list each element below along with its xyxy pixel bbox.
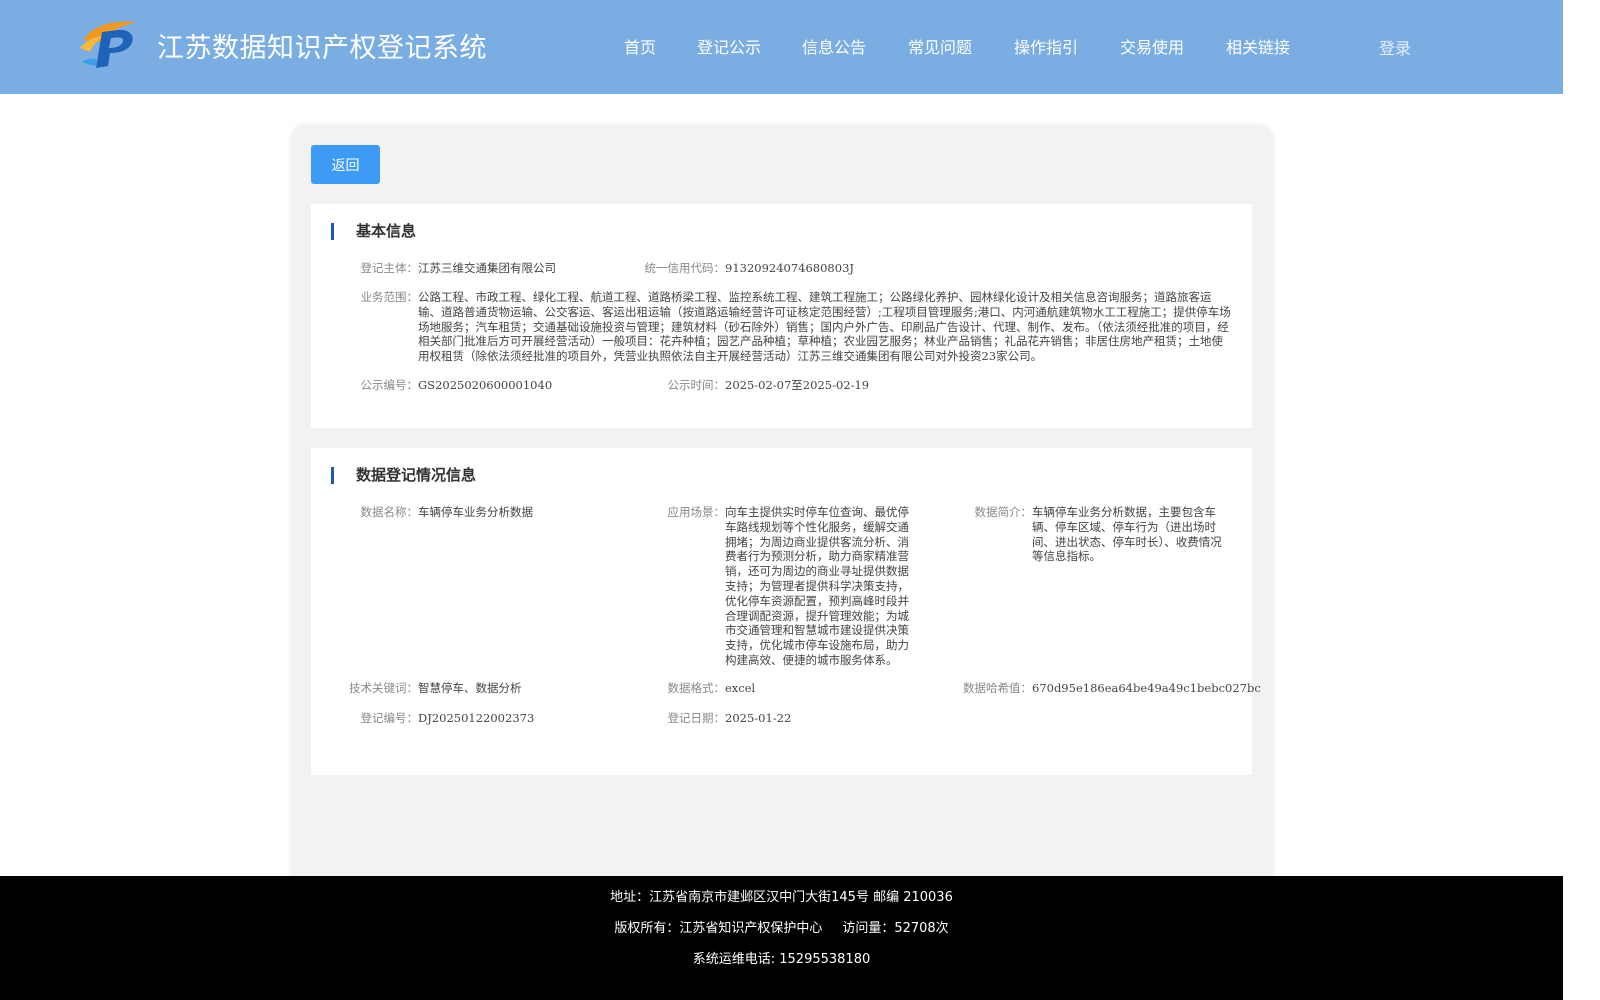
data-name-label: 数据名称： [360,505,419,519]
credit-code-value: 91320924074680803J [725,261,854,275]
data-registration-card: 数据登记情况信息 数据名称： 车辆停车业务分析数据 应用场景： 向车主提供实时停… [311,448,1261,775]
field-data-hash: 数据哈希值： 670d95e186ea64be49a49c1bebc027bc [963,681,1261,696]
nav-related-links[interactable]: 相关链接 [1226,34,1290,58]
nav-announcements[interactable]: 信息公告 [802,34,866,58]
registration-no-label: 登记编号： [360,711,419,725]
application-scene-label: 应用场景： [667,505,726,519]
field-subject: 登记主体： 江苏三维交通集团有限公司 [361,261,638,276]
application-scene-value: 向车主提供实时停车位查询、最优停车路线规划等个性化服务，缓解交通拥堵；为周边商业… [725,505,909,667]
publicity-no-value: GS2025020600001040 [418,378,553,392]
footer-copyright: 版权所有：江苏省知识产权保护中心 [614,921,823,936]
field-publicity-time: 公示时间： 2025-02-07至2025-02-19 [668,378,985,393]
data-format-label: 数据格式： [667,681,726,695]
credit-code-label: 统一信用代码： [644,261,726,275]
data-intro-value: 车辆停车业务分析数据，主要包含车辆、停车区域、停车行为（进出场时间、进出状态、停… [1032,505,1222,564]
back-button[interactable]: 返回 [311,145,380,184]
field-application-scene: 应用场景： 向车主提供实时停车位查询、最优停车路线规划等个性化服务，缓解交通拥堵… [668,505,915,668]
subject-value: 江苏三维交通集团有限公司 [418,261,556,275]
site-logo-icon[interactable] [78,18,138,70]
nav-transaction-use[interactable]: 交易使用 [1120,34,1184,58]
nav-registration-publicity[interactable]: 登记公示 [697,34,761,58]
field-data-format: 数据格式： excel [668,681,915,696]
tech-keywords-label: 技术关键词： [349,681,418,695]
registration-date-label: 登记日期： [667,711,726,725]
nav-home[interactable]: 首页 [624,34,656,58]
footer-visits: 访问量：52708次 [842,921,949,936]
business-scope-label: 业务范围： [360,290,419,304]
nav-operation-guide[interactable]: 操作指引 [1014,34,1078,58]
basic-info-title: 基本信息 [331,223,416,240]
detail-panel: 返回 基本信息 登记主体： 江苏三维交通集团有限公司 统一信用代码： 91320… [291,125,1273,885]
data-format-value: excel [725,681,756,695]
business-scope-value: 公路工程、市政工程、绿化工程、航道工程、道路桥梁工程、监控系统工程、建筑工程施工… [418,290,1231,364]
data-hash-label: 数据哈希值： [963,681,1032,695]
site-header: 江苏数据知识产权登记系统 首页 登记公示 信息公告 常见问题 操作指引 交易使用… [0,0,1563,94]
field-business-scope: 业务范围： 公路工程、市政工程、绿化工程、航道工程、道路桥梁工程、监控系统工程、… [361,290,1231,364]
data-name-value: 车辆停车业务分析数据 [418,505,533,519]
field-data-intro: 数据简介： 车辆停车业务分析数据，主要包含车辆、停车区域、停车行为（进出场时间、… [975,505,1224,564]
site-title[interactable]: 江苏数据知识产权登记系统 [157,26,487,65]
registration-date-value: 2025-01-22 [725,711,792,725]
field-publicity-no: 公示编号： GS2025020600001040 [361,378,638,393]
login-link[interactable]: 登录 [1379,35,1411,59]
publicity-time-label: 公示时间： [667,378,726,392]
footer-address: 地址：江苏省南京市建邺区汉中门大街145号 邮编 210036 [610,890,953,905]
site-footer: 地址：江苏省南京市建邺区汉中门大街145号 邮编 210036 版权所有：江苏省… [0,876,1563,1000]
basic-info-card: 基本信息 登记主体： 江苏三维交通集团有限公司 统一信用代码： 91320924… [311,204,1252,428]
tech-keywords-value: 智慧停车、数据分析 [418,681,522,695]
field-data-name: 数据名称： 车辆停车业务分析数据 [361,505,618,520]
field-registration-date: 登记日期： 2025-01-22 [668,711,915,726]
footer-phone: 系统运维电话: 15295538180 [692,952,871,967]
publicity-no-label: 公示编号： [360,378,419,392]
nav-faq[interactable]: 常见问题 [908,34,972,58]
subject-label: 登记主体： [360,261,419,275]
field-tech-keywords: 技术关键词： 智慧停车、数据分析 [349,681,618,696]
footer-info-line: 版权所有：江苏省知识产权保护中心 访问量：52708次 [0,917,1563,936]
registration-no-value: DJ20250122002373 [418,711,535,725]
data-hash-value: 670d95e186ea64be49a49c1bebc027bc [1032,681,1261,695]
publicity-time-value: 2025-02-07至2025-02-19 [725,378,870,392]
field-registration-no: 登记编号： DJ20250122002373 [361,711,618,726]
field-credit-code: 统一信用代码： 91320924074680803J [645,261,985,276]
data-intro-label: 数据简介： [974,505,1033,519]
data-registration-title: 数据登记情况信息 [331,467,476,484]
